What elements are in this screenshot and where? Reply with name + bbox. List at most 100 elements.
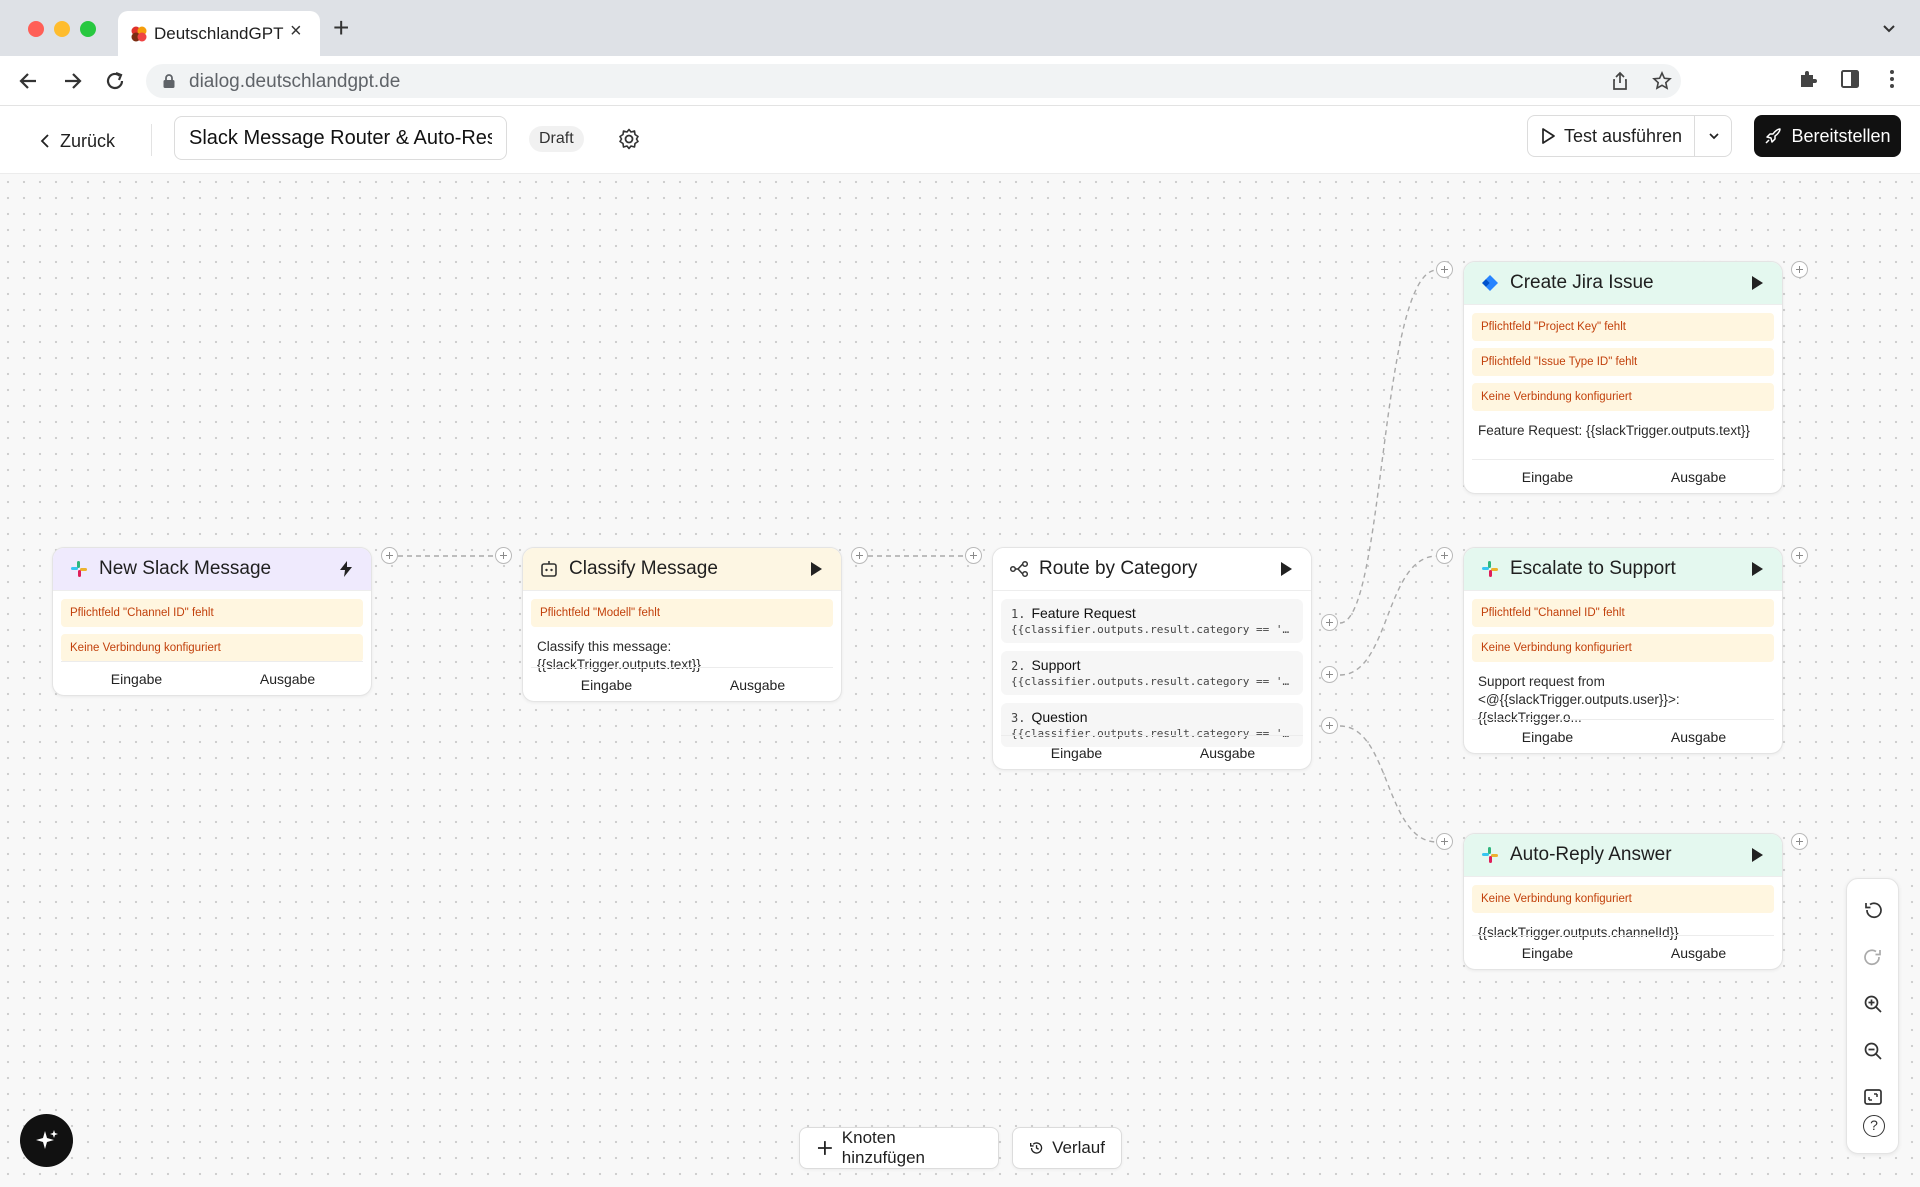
history-icon: [1030, 1142, 1043, 1154]
node-body: Pflichtfeld "Channel ID" fehlt Keine Ver…: [1464, 591, 1782, 737]
output-port[interactable]: Ausgabe: [1623, 460, 1774, 493]
play-icon[interactable]: [1748, 274, 1766, 292]
input-port[interactable]: Eingabe: [1472, 936, 1623, 969]
gear-icon[interactable]: [616, 126, 642, 152]
add-node-after-classifier-handle[interactable]: [851, 547, 868, 564]
input-port[interactable]: Eingabe: [1472, 720, 1623, 753]
node-ports: Eingabe Ausgabe: [1001, 735, 1303, 769]
browser-tab-active[interactable]: DeutschlandGPT ×: [118, 11, 320, 56]
forward-arrow-icon[interactable]: [59, 68, 85, 94]
output-port[interactable]: Ausgabe: [1623, 720, 1774, 753]
route-label: Question: [1031, 709, 1088, 725]
edge-router-jira: [1339, 269, 1438, 624]
node-title: Escalate to Support: [1510, 558, 1676, 579]
test-run-button[interactable]: Test ausführen: [1528, 116, 1694, 156]
node-ports: Eingabe Ausgabe: [1472, 459, 1774, 493]
add-node-button[interactable]: Knoten hinzufügen: [799, 1127, 999, 1169]
play-icon[interactable]: [1748, 846, 1766, 864]
output-port[interactable]: Ausgabe: [212, 662, 363, 695]
output-port[interactable]: Ausgabe: [1623, 936, 1774, 969]
bookmark-star-icon[interactable]: [1652, 71, 1672, 91]
slack-icon: [71, 561, 87, 577]
url-text: dialog.deutschlandgpt.de: [189, 71, 401, 92]
back-button[interactable]: Zurück: [38, 126, 115, 156]
node-header: Route by Category: [993, 548, 1311, 591]
input-port[interactable]: Eingabe: [61, 662, 212, 695]
lightning-bolt-icon[interactable]: [337, 560, 355, 578]
redo-icon[interactable]: [1862, 946, 1884, 968]
add-node-after-autoreply-handle[interactable]: [1791, 833, 1808, 850]
tab-close-icon[interactable]: ×: [290, 20, 302, 43]
play-icon[interactable]: [1277, 560, 1295, 578]
workflow-header: Zurück Draft Test ausführen Bereitstelle…: [0, 106, 1920, 174]
input-port[interactable]: Eingabe: [1472, 460, 1623, 493]
window-minimize-button[interactable]: [54, 21, 70, 37]
window-close-button[interactable]: [28, 21, 44, 37]
validation-warning: Pflichtfeld "Channel ID" fehlt: [61, 599, 363, 627]
jira-icon: [1482, 275, 1498, 291]
browser-toolbar: dialog.deutschlandgpt.de: [0, 56, 1920, 106]
edge-router-autoreply: [1339, 725, 1438, 843]
history-button[interactable]: Verlauf: [1012, 1127, 1122, 1169]
share-icon[interactable]: [1610, 71, 1630, 91]
tab-search-chevron-icon[interactable]: [1880, 20, 1898, 38]
input-port[interactable]: Eingabe: [1001, 736, 1152, 769]
new-tab-button[interactable]: +: [333, 12, 349, 44]
undo-icon[interactable]: [1862, 899, 1884, 921]
node-jira[interactable]: Create Jira Issue Pflichtfeld "Project K…: [1463, 261, 1783, 494]
play-icon[interactable]: [1748, 560, 1766, 578]
browser-menu-kebab-icon[interactable]: [1881, 68, 1903, 90]
back-arrow-icon[interactable]: [16, 68, 42, 94]
add-branch-question-handle[interactable]: [1321, 717, 1338, 734]
side-panel-icon[interactable]: [1839, 68, 1861, 90]
add-node-before-autoreply-handle[interactable]: [1436, 833, 1453, 850]
route-condition: {{classifier.outputs.result.category == …: [1011, 623, 1293, 636]
workflow-title-input[interactable]: [174, 116, 507, 160]
add-node-before-jira-handle[interactable]: [1436, 261, 1453, 278]
node-body: Pflichtfeld "Channel ID" fehlt Keine Ver…: [53, 591, 371, 662]
deploy-button[interactable]: Bereitstellen: [1754, 115, 1901, 157]
node-header: Escalate to Support: [1464, 548, 1782, 591]
input-port[interactable]: Eingabe: [531, 668, 682, 701]
test-run-dropdown-button[interactable]: [1695, 116, 1732, 156]
node-title: Route by Category: [1039, 558, 1198, 579]
add-node-after-trigger-handle[interactable]: [381, 547, 398, 564]
play-icon[interactable]: [807, 560, 825, 578]
node-autoreply[interactable]: Auto-Reply Answer Keine Verbindung konfi…: [1463, 833, 1783, 970]
output-port[interactable]: Ausgabe: [682, 668, 833, 701]
zoom-out-icon[interactable]: [1862, 1040, 1884, 1062]
window-zoom-button[interactable]: [80, 21, 96, 37]
node-escalate[interactable]: Escalate to Support Pflichtfeld "Channel…: [1463, 547, 1783, 754]
workflow-canvas[interactable]: New Slack Message Pflichtfeld "Channel I…: [0, 174, 1920, 1187]
help-button[interactable]: ?: [1863, 1115, 1885, 1137]
node-slack-trigger[interactable]: New Slack Message Pflichtfeld "Channel I…: [52, 547, 372, 696]
add-node-after-escalate-handle[interactable]: [1791, 547, 1808, 564]
add-node-after-jira-handle[interactable]: [1791, 261, 1808, 278]
node-summary-text: Feature Request: {{slackTrigger.outputs.…: [1478, 423, 1750, 438]
zoom-in-icon[interactable]: [1862, 993, 1884, 1015]
test-run-label: Test ausführen: [1563, 125, 1683, 146]
header-divider: [151, 124, 152, 156]
omnibox[interactable]: dialog.deutschlandgpt.de: [146, 64, 1681, 98]
route-number: 3.: [1011, 711, 1026, 725]
add-branch-feature-request-handle[interactable]: [1321, 614, 1338, 631]
add-node-before-router-handle[interactable]: [965, 547, 982, 564]
route-item: 1. Feature Request {{classifier.outputs.r…: [1001, 599, 1303, 643]
add-node-label: Knoten hinzufügen: [841, 1128, 925, 1167]
route-number: 2.: [1011, 659, 1026, 673]
extensions-puzzle-icon[interactable]: [1797, 68, 1819, 90]
output-port[interactable]: Ausgabe: [1152, 736, 1303, 769]
back-button-label: Zurück: [60, 130, 116, 151]
add-node-before-classifier-handle[interactable]: [495, 547, 512, 564]
chevron-down-icon: [1708, 133, 1719, 140]
ai-assistant-button[interactable]: [20, 1114, 73, 1167]
node-title: Auto-Reply Answer: [1510, 844, 1672, 865]
fit-view-icon[interactable]: [1862, 1086, 1884, 1108]
node-router[interactable]: Route by Category 1. Feature Request {{cl…: [992, 547, 1312, 770]
reload-icon[interactable]: [102, 68, 128, 94]
add-node-before-escalate-handle[interactable]: [1436, 547, 1453, 564]
node-classifier[interactable]: Classify Message Pflichtfeld "Modell" fe…: [522, 547, 842, 702]
status-badge: Draft: [529, 126, 584, 152]
add-branch-support-handle[interactable]: [1321, 666, 1338, 683]
rocket-icon: [1765, 128, 1782, 144]
